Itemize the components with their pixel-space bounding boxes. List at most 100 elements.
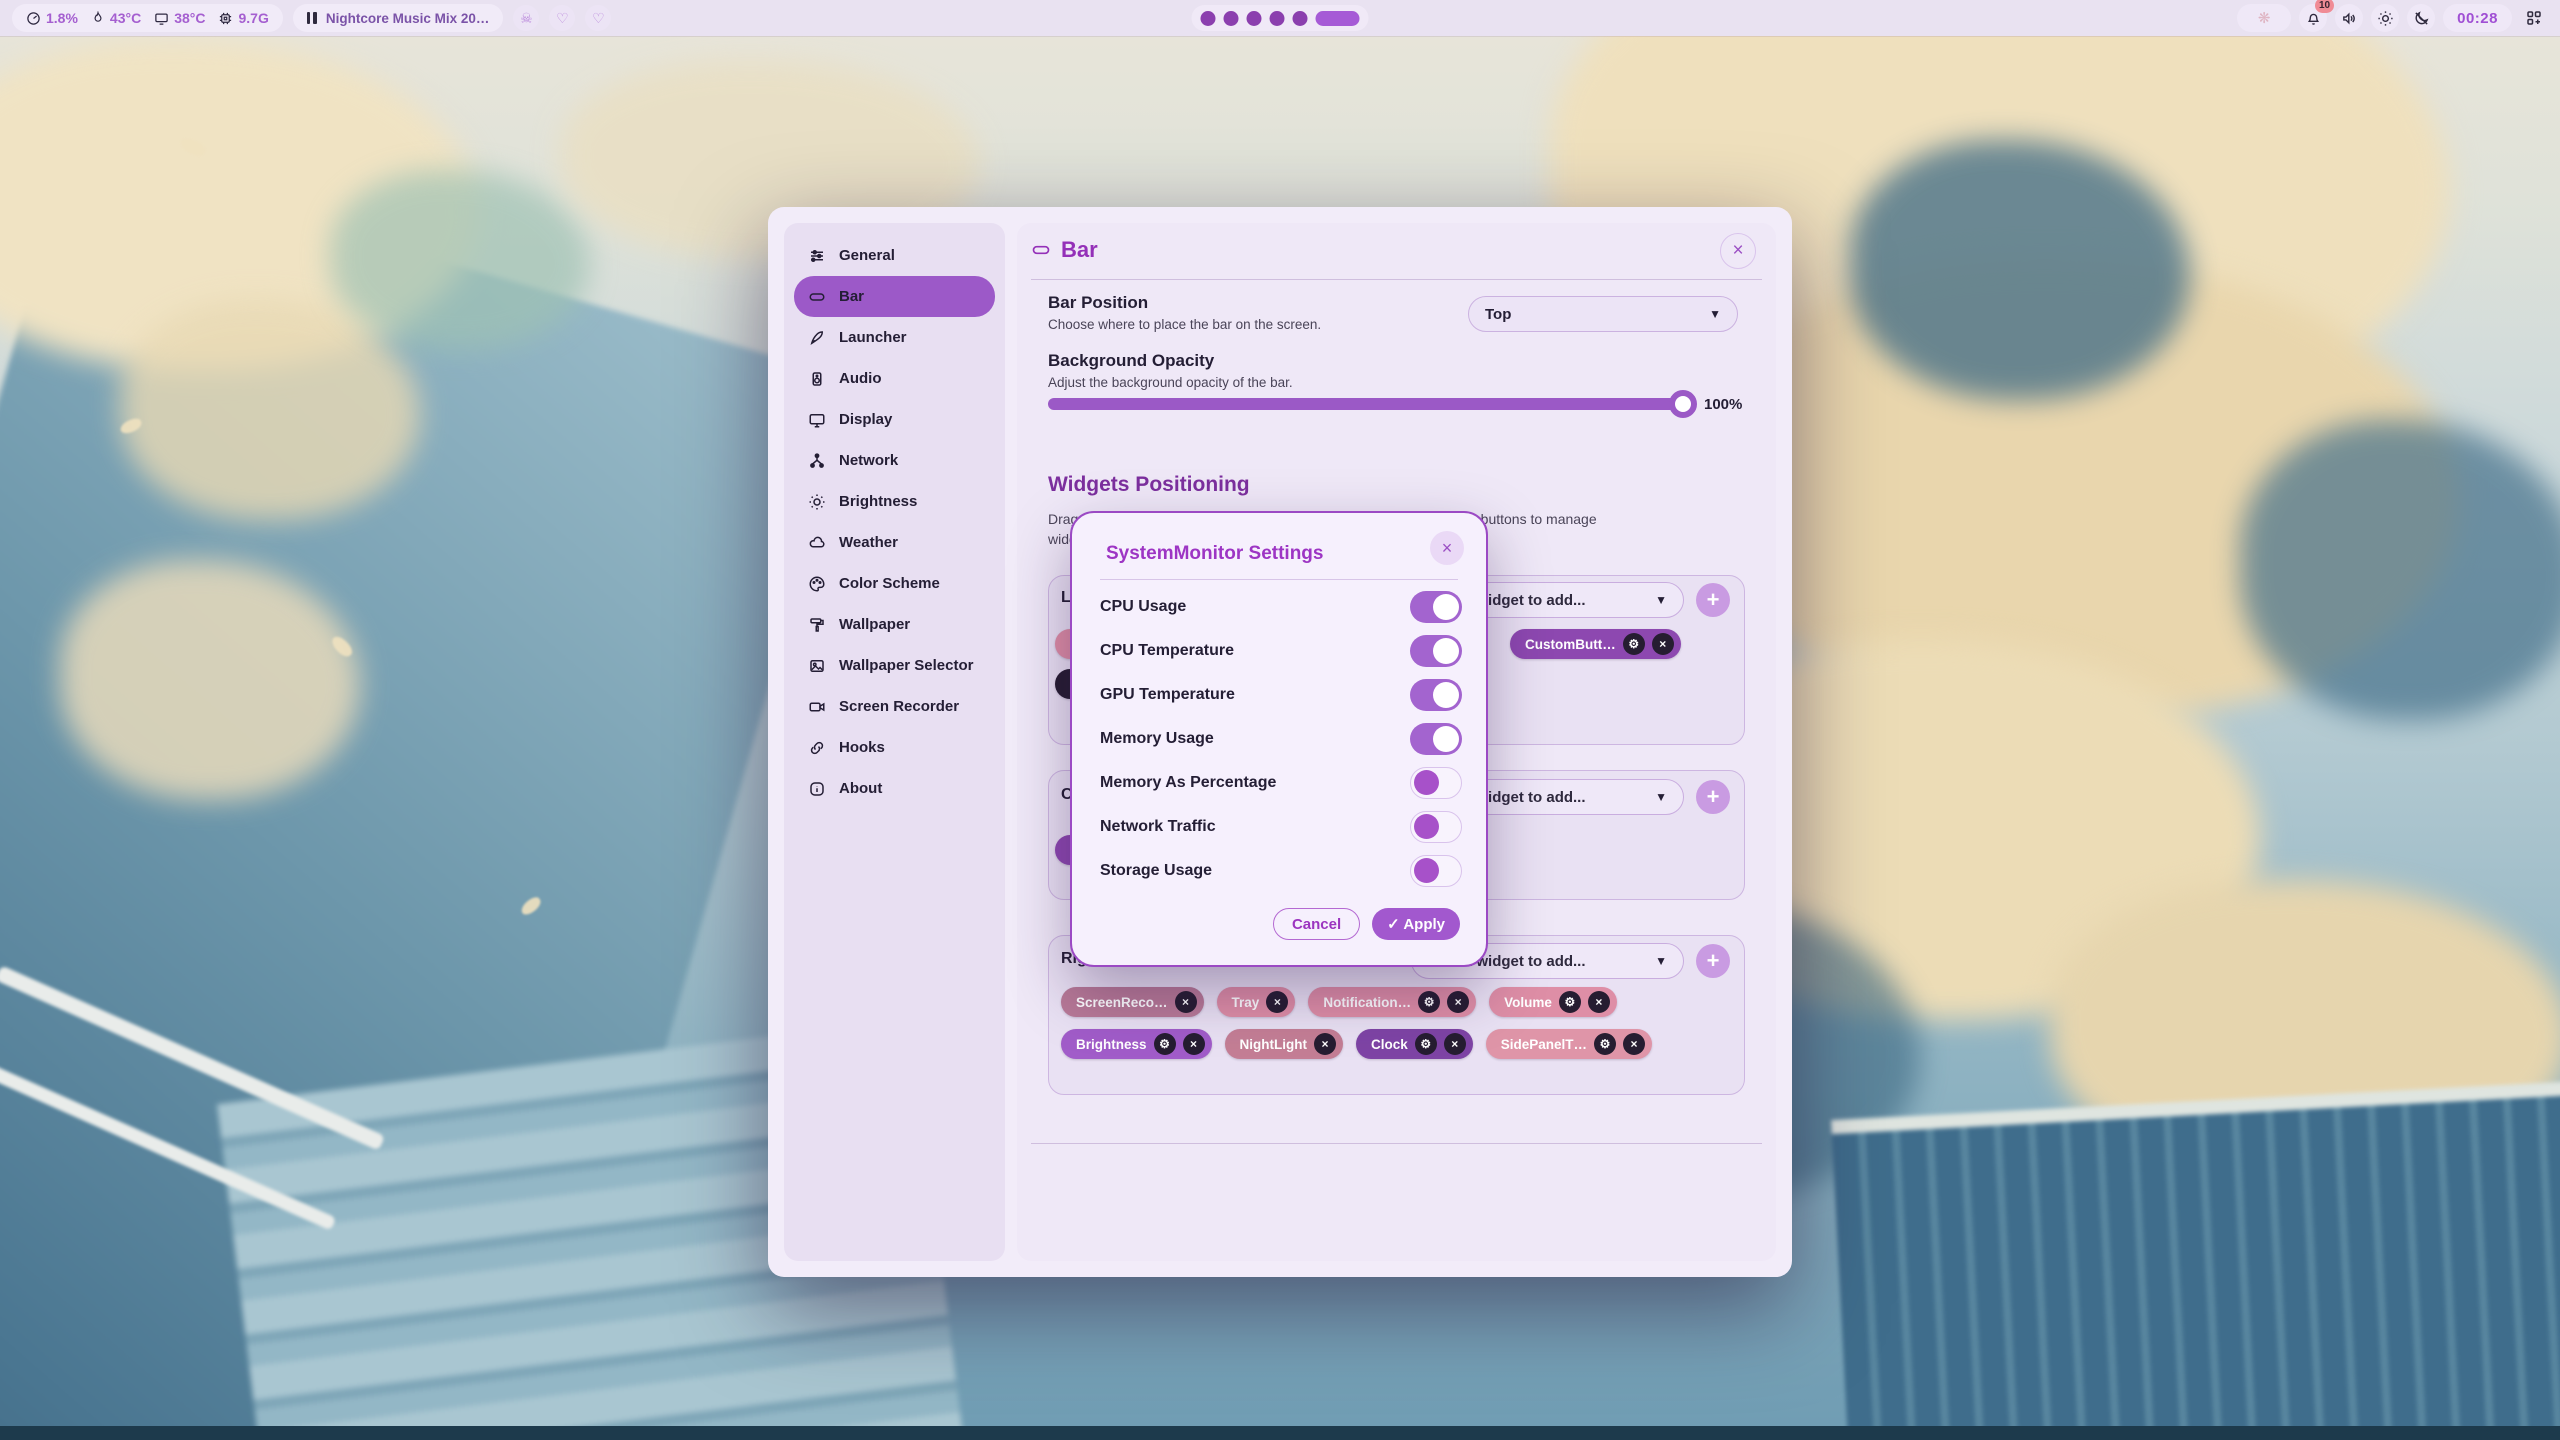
bar-position-description: Choose where to place the bar on the scr… [1048, 317, 1321, 332]
tray-app-button[interactable]: ❋ [2237, 4, 2291, 32]
close-icon[interactable]: × [1444, 1033, 1466, 1055]
widget-chip-custom-button[interactable]: CustomButt… ⚙ × [1510, 629, 1681, 659]
gear-icon[interactable]: ⚙ [1418, 991, 1440, 1013]
skull-button[interactable]: ☠ [513, 5, 539, 31]
storage-usage-toggle[interactable] [1410, 855, 1462, 887]
skull-icon: ☠ [520, 11, 533, 25]
memory-as-percentage-toggle-label: Memory As Percentage [1100, 774, 1276, 792]
widget-chip-volume[interactable]: Volume ⚙ × [1489, 987, 1617, 1017]
monitor-icon [154, 11, 169, 26]
sidebar-item-weather[interactable]: Weather [794, 522, 995, 563]
window-close-button[interactable]: × [1720, 233, 1756, 269]
cancel-button[interactable]: Cancel [1273, 908, 1360, 940]
bar-position-select[interactable]: Top ▼ [1468, 296, 1738, 332]
background-opacity-slider[interactable] [1048, 398, 1688, 410]
speaker-icon [808, 370, 826, 388]
widget-chip-brightness[interactable]: Brightness ⚙ × [1061, 1029, 1212, 1059]
sidebar-item-wallpaper[interactable]: Wallpaper [794, 604, 995, 645]
gear-icon[interactable]: ⚙ [1415, 1033, 1437, 1055]
media-title: Nightcore Music Mix 20… [326, 11, 490, 26]
close-icon[interactable]: × [1175, 991, 1197, 1013]
sidebar-item-display[interactable]: Display [794, 399, 995, 440]
close-icon[interactable]: × [1183, 1033, 1205, 1055]
widget-chip-clock[interactable]: Clock ⚙ × [1356, 1029, 1473, 1059]
sidebar-item-wallpaper-selector[interactable]: Wallpaper Selector [794, 645, 995, 686]
widget-chip-tray[interactable]: Tray × [1217, 987, 1296, 1017]
slider-handle[interactable] [1669, 390, 1697, 418]
sidebar-item-hooks[interactable]: Hooks [794, 727, 995, 768]
sidebar-item-bar[interactable]: Bar [794, 276, 995, 317]
gear-icon[interactable]: ⚙ [1154, 1033, 1176, 1055]
sidebar-item-network[interactable]: Network [794, 440, 995, 481]
close-icon[interactable]: × [1652, 633, 1674, 655]
close-icon[interactable]: × [1314, 1033, 1336, 1055]
workspace-dot[interactable] [1247, 11, 1262, 26]
close-icon[interactable]: × [1266, 991, 1288, 1013]
clock[interactable]: 00:28 [2443, 4, 2512, 32]
cpu-temperature-toggle-label: CPU Temperature [1100, 642, 1234, 660]
memory-stat: 9.7G [218, 10, 268, 26]
workspace-dot[interactable] [1270, 11, 1285, 26]
system-monitor-settings-dialog: SystemMonitor Settings × CPU Usage CPU T… [1070, 511, 1488, 967]
volume-button[interactable] [2335, 4, 2363, 32]
plus-icon: + [1707, 587, 1720, 613]
bar-pill-icon [1031, 240, 1051, 260]
night-light-button[interactable] [2407, 4, 2435, 32]
right-add-widget-button[interactable]: + [1696, 944, 1730, 978]
network-icon [808, 452, 826, 470]
memory-usage-toggle[interactable] [1410, 723, 1462, 755]
workspace-dot[interactable] [1201, 11, 1216, 26]
flame-icon [91, 11, 105, 25]
network-traffic-toggle[interactable] [1410, 811, 1462, 843]
left-add-widget-button[interactable]: + [1696, 583, 1730, 617]
heart-button[interactable]: ♡ [549, 5, 575, 31]
network-traffic-toggle-label: Network Traffic [1100, 818, 1216, 836]
system-stats-pill[interactable]: 1.8% 43°C 38°C 9.7G [12, 4, 283, 32]
info-icon [808, 780, 826, 798]
widget-chip-screen-recorder[interactable]: ScreenReco… × [1061, 987, 1204, 1017]
center-add-widget-button[interactable]: + [1696, 780, 1730, 814]
workspace-active-dot[interactable] [1316, 11, 1360, 26]
sidebar-item-launcher[interactable]: Launcher [794, 317, 995, 358]
gear-icon[interactable]: ⚙ [1559, 991, 1581, 1013]
memory-as-percentage-toggle[interactable] [1410, 767, 1462, 799]
sun-icon [808, 493, 826, 511]
close-icon[interactable]: × [1588, 991, 1610, 1013]
close-icon[interactable]: × [1623, 1033, 1645, 1055]
workspace-dot[interactable] [1293, 11, 1308, 26]
widget-chip-sidepanel[interactable]: SidePanelT… ⚙ × [1486, 1029, 1652, 1059]
cpu-temperature-toggle[interactable] [1410, 635, 1462, 667]
gpu-temp-stat: 38°C [154, 10, 205, 26]
media-player-pill[interactable]: Nightcore Music Mix 20… [293, 4, 504, 32]
dialog-close-button[interactable]: × [1430, 531, 1464, 565]
background-opacity-description: Adjust the background opacity of the bar… [1048, 375, 1293, 390]
close-icon[interactable]: × [1447, 991, 1469, 1013]
widgets-positioning-title: Widgets Positioning [1048, 473, 1250, 497]
gear-icon[interactable]: ⚙ [1623, 633, 1645, 655]
sun-icon [2377, 10, 2394, 27]
cpu-usage-toggle[interactable] [1410, 591, 1462, 623]
heart-button[interactable]: ♡ [585, 5, 611, 31]
sidebar-item-about[interactable]: About [794, 768, 995, 809]
sidebar-item-brightness[interactable]: Brightness [794, 481, 995, 522]
gear-icon[interactable]: ⚙ [1594, 1033, 1616, 1055]
workspace-dot[interactable] [1224, 11, 1239, 26]
divider [1031, 1143, 1762, 1144]
dashboard-button[interactable] [2520, 4, 2548, 32]
background-opacity-label: Background Opacity [1048, 351, 1293, 371]
sidebar-item-audio[interactable]: Audio [794, 358, 995, 399]
cpu-usage-toggle-label: CPU Usage [1100, 598, 1186, 616]
video-camera-icon [808, 698, 826, 716]
widget-chip-notification[interactable]: Notification… ⚙ × [1308, 987, 1476, 1017]
widget-chip-nightlight[interactable]: NightLight × [1225, 1029, 1343, 1059]
brightness-button[interactable] [2371, 4, 2399, 32]
divider [1100, 579, 1458, 580]
apply-button[interactable]: ✓ Apply [1372, 908, 1460, 940]
workspace-indicator[interactable] [1192, 5, 1369, 31]
sidebar-item-general[interactable]: General [794, 235, 995, 276]
sidebar-item-screen-recorder[interactable]: Screen Recorder [794, 686, 995, 727]
sidebar-item-color-scheme[interactable]: Color Scheme [794, 563, 995, 604]
sliders-icon [808, 247, 826, 265]
chevron-down-icon: ▼ [1655, 790, 1667, 804]
gpu-temperature-toggle[interactable] [1410, 679, 1462, 711]
